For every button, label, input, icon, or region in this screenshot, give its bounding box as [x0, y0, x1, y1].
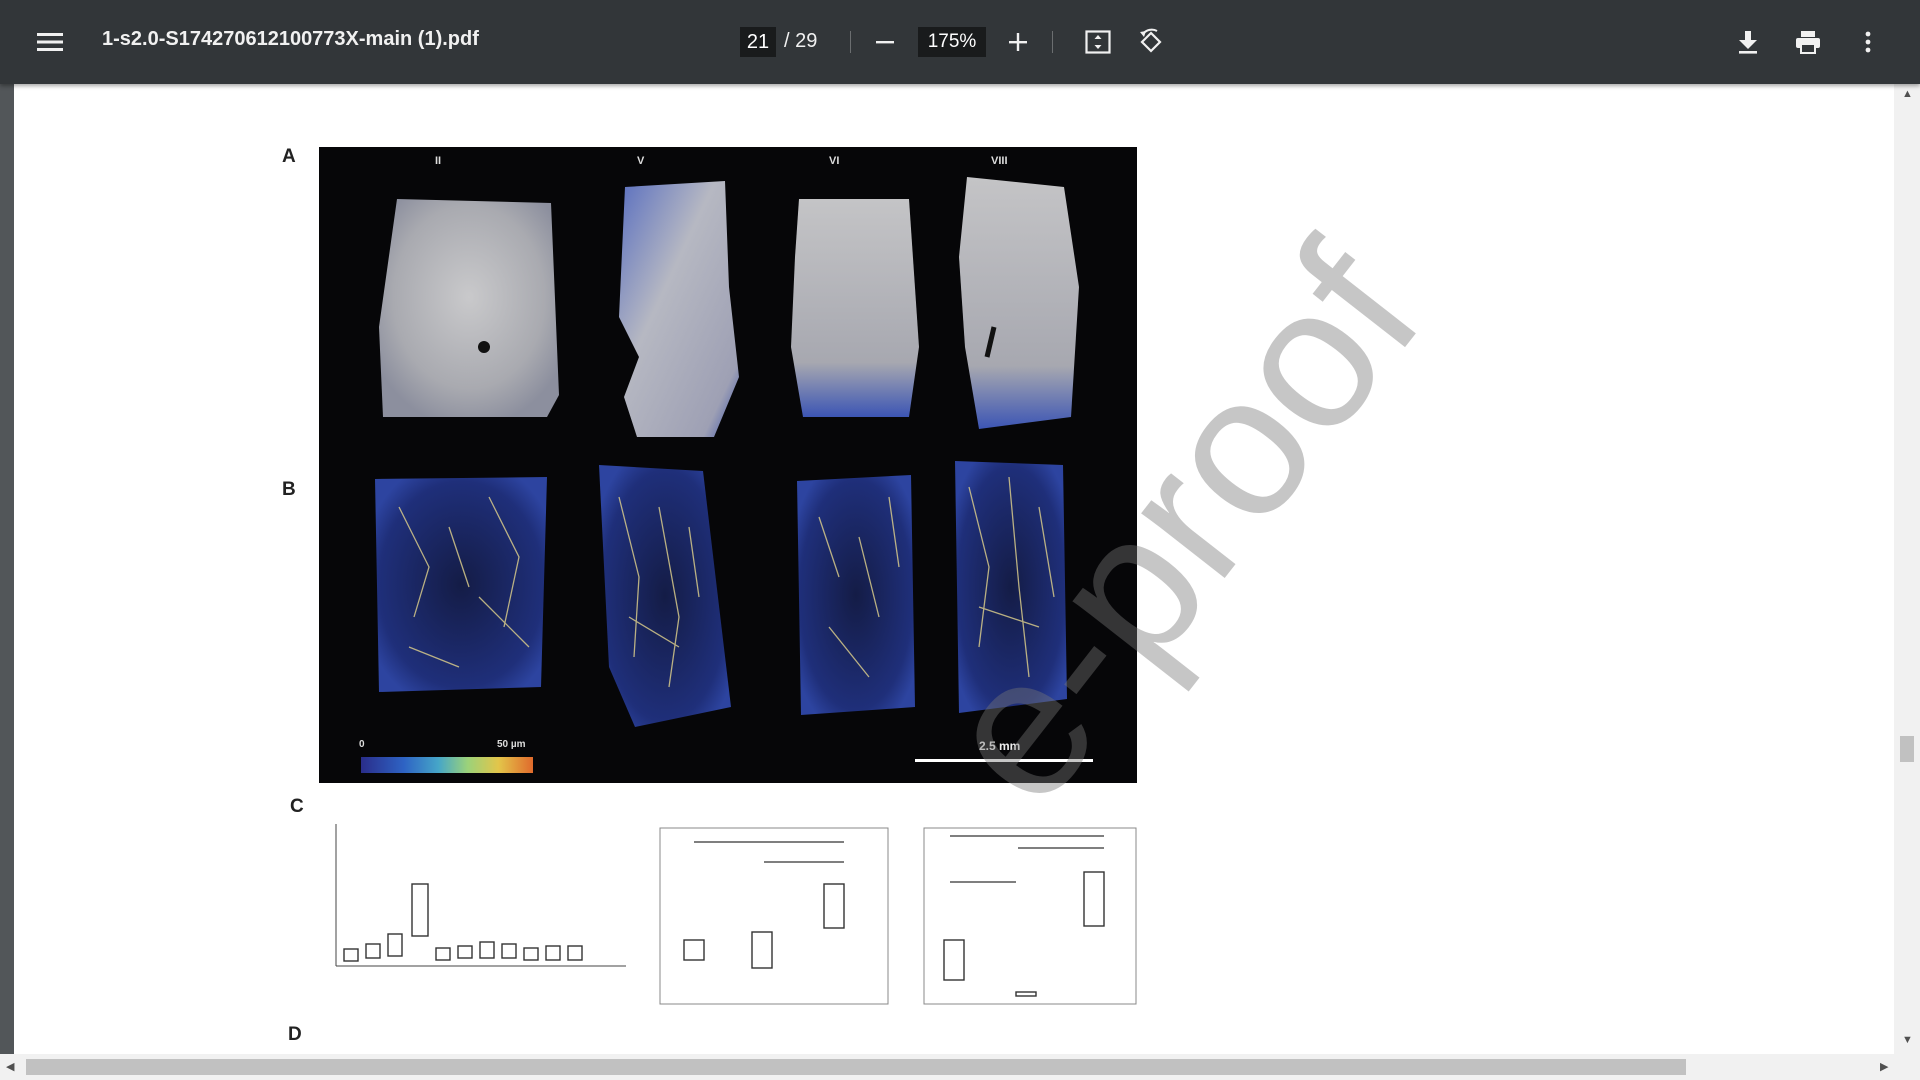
scroll-left-icon[interactable]: ◀	[6, 1060, 14, 1073]
document-title: 1-s2.0-S174270612100773X-main (1).pdf	[102, 28, 479, 50]
boxplot-pore-diameter	[335, 824, 626, 967]
zoom-in-icon[interactable]	[998, 22, 1038, 62]
figure-label-d: D	[288, 1024, 302, 1045]
vertical-scroll-thumb[interactable]	[1900, 736, 1914, 762]
figure-label-a: A	[282, 146, 296, 167]
page-number-input[interactable]	[740, 27, 776, 57]
zoom-out-icon[interactable]	[865, 22, 905, 62]
specimen-b-v	[599, 465, 731, 727]
scroll-right-icon[interactable]: ▶	[1880, 1060, 1888, 1073]
specimen-a-v	[619, 181, 739, 437]
scroll-up-icon[interactable]: ▲	[1902, 88, 1913, 100]
specimen-a-vi	[791, 199, 919, 417]
boxplot-pore-volume-fraction	[923, 827, 1137, 1005]
download-icon[interactable]	[1728, 22, 1768, 62]
colorbar-max-label: 50 µm	[497, 739, 526, 750]
vertical-scrollbar[interactable]: ▲ ▼	[1894, 84, 1920, 1054]
scroll-down-icon[interactable]: ▼	[1902, 1034, 1913, 1046]
pdf-viewer[interactable]: A B II V VI VIII 0 50 µm 2.5 mm C D e-pr…	[0, 84, 1920, 1080]
toolbar-divider	[1052, 31, 1053, 53]
specimen-a-ii	[379, 199, 559, 417]
horizontal-scroll-thumb[interactable]	[26, 1059, 1686, 1075]
zoom-input[interactable]	[918, 27, 986, 57]
specimen-b-vi	[797, 475, 915, 715]
pdf-page: A B II V VI VIII 0 50 µm 2.5 mm C D e-pr…	[14, 84, 1894, 1056]
figure-label-c: C	[290, 796, 304, 817]
figure-label-b: B	[282, 479, 296, 500]
specimen-a-viii	[959, 177, 1079, 429]
fit-page-icon[interactable]	[1078, 22, 1118, 62]
colorbar	[361, 757, 533, 773]
boxplot-pore-diameter-groups	[659, 827, 889, 1005]
hamburger-menu-icon[interactable]	[30, 22, 70, 62]
toolbar-divider	[850, 31, 851, 53]
rotate-icon[interactable]	[1131, 22, 1171, 62]
pdf-toolbar: 1-s2.0-S174270612100773X-main (1).pdf / …	[0, 0, 1920, 84]
horizontal-scrollbar[interactable]: ◀ ▶	[0, 1054, 1920, 1080]
panel-c-charts	[335, 824, 1137, 1005]
print-icon[interactable]	[1788, 22, 1828, 62]
page-total: / 29	[784, 30, 818, 52]
colorbar-min-label: 0	[359, 739, 365, 750]
more-options-icon[interactable]	[1848, 22, 1888, 62]
